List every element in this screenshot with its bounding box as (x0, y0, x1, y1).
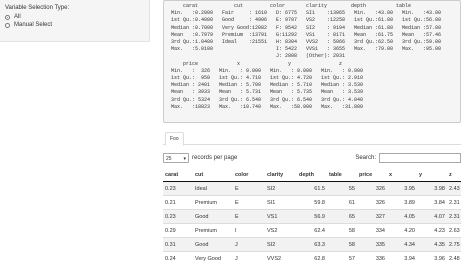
chevron-down-icon: ▾ (183, 154, 186, 164)
table-body: 0.23IdealESI261.5553263.953.982.430.21Pr… (163, 182, 461, 265)
radio-all-label: All (14, 14, 21, 20)
table-row: 0.23IdealESI261.5553263.953.982.43 (163, 182, 461, 196)
table-cell: VS1 (265, 210, 297, 224)
page-length-select[interactable]: 25 ▾ (163, 153, 189, 163)
search-input[interactable] (379, 153, 461, 163)
radio-manual-icon[interactable] (5, 23, 10, 28)
table-cell: E (233, 196, 265, 210)
table-cell: 2.31 (447, 210, 461, 224)
table-cell: 58 (327, 224, 357, 238)
table-cell: SI1 (265, 196, 297, 210)
radio-manual-label: Manual Select (14, 22, 52, 28)
table-cell: 61.5 (297, 182, 327, 196)
table-cell: 61 (327, 196, 357, 210)
sidebar-panel: Variable Selection Type: All Manual Sele… (0, 0, 150, 42)
table-cell: 58 (327, 238, 357, 252)
table-cell: VS2 (265, 224, 297, 238)
column-header[interactable]: y (417, 168, 447, 182)
table-header-row: carat cut color clarity depth table pric… (163, 168, 461, 182)
radio-option-manual-select[interactable]: Manual Select (5, 22, 144, 28)
radio-all-icon[interactable] (5, 15, 10, 20)
column-header[interactable]: carat (163, 168, 193, 182)
table-cell: 62.4 (297, 224, 327, 238)
table-cell: 326 (357, 196, 387, 210)
table-cell: SI2 (265, 238, 297, 252)
table-cell: Premium (193, 196, 233, 210)
variable-selection-label: Variable Selection Type: (5, 5, 144, 11)
table-cell: 4.20 (387, 224, 417, 238)
table-cell: 2.75 (447, 238, 461, 252)
table-cell: Good (193, 210, 233, 224)
table-cell: Very Good (193, 252, 233, 265)
table-cell: Premium (193, 224, 233, 238)
table-cell: 0.31 (163, 238, 193, 252)
table-cell: 3.84 (417, 196, 447, 210)
table-cell: Good (193, 238, 233, 252)
table-cell: J (233, 252, 265, 265)
table-cell: 3.95 (387, 182, 417, 196)
column-header[interactable]: color (233, 168, 265, 182)
table-cell: 4.35 (417, 238, 447, 252)
table-cell: 4.34 (387, 238, 417, 252)
table-cell: 0.21 (163, 196, 193, 210)
table-cell: 0.23 (163, 210, 193, 224)
column-header[interactable]: depth (297, 168, 327, 182)
column-header[interactable]: cut (193, 168, 233, 182)
table-cell: 334 (357, 224, 387, 238)
table-row: 0.21PremiumESI159.8613263.893.842.31 (163, 196, 461, 210)
table-cell: 4.23 (417, 224, 447, 238)
column-header[interactable]: z (447, 168, 461, 182)
data-table: carat cut color clarity depth table pric… (163, 168, 461, 265)
table-cell: 0.24 (163, 252, 193, 265)
table-cell: J (233, 238, 265, 252)
tab-foo[interactable]: Foo (165, 132, 184, 146)
table-cell: VVS2 (265, 252, 297, 265)
table-cell: 59.8 (297, 196, 327, 210)
table-cell: 0.23 (163, 182, 193, 196)
table-cell: 62.8 (297, 252, 327, 265)
table-cell: 2.63 (447, 224, 461, 238)
table-cell: 0.29 (163, 224, 193, 238)
table-cell: E (233, 210, 265, 224)
table-cell: SI2 (265, 182, 297, 196)
table-cell: 65 (327, 210, 357, 224)
table-row: 0.23GoodEVS156.9653274.054.072.31 (163, 210, 461, 224)
table-cell: 57 (327, 252, 357, 265)
page-length-value: 25 (166, 156, 172, 162)
column-header[interactable]: price (357, 168, 387, 182)
search-control: Search: (355, 152, 461, 164)
table-cell: 3.96 (417, 252, 447, 265)
table-cell: 56.9 (297, 210, 327, 224)
table-cell: 2.31 (447, 196, 461, 210)
table-controls: 25 ▾ records per page Search: (163, 152, 461, 166)
table-cell: 326 (357, 182, 387, 196)
table-cell: 63.3 (297, 238, 327, 252)
table-cell: 3.89 (387, 196, 417, 210)
table-cell: 4.07 (417, 210, 447, 224)
radio-option-all[interactable]: All (5, 14, 144, 20)
table-row: 0.24Very GoodJVVS262.8573363.943.962.48 (163, 252, 461, 265)
tab-bar: Foo (163, 132, 461, 145)
column-header[interactable]: clarity (265, 168, 297, 182)
table-cell: E (233, 182, 265, 196)
table-cell: 3.98 (417, 182, 447, 196)
column-header[interactable]: x (387, 168, 417, 182)
table-row: 0.29PremiumIVS262.4583344.204.232.63 (163, 224, 461, 238)
table-cell: 4.05 (387, 210, 417, 224)
column-header[interactable]: table (327, 168, 357, 182)
table-cell: 335 (357, 238, 387, 252)
table-row: 0.31GoodJSI263.3583354.344.352.75 (163, 238, 461, 252)
table-cell: 336 (357, 252, 387, 265)
table-cell: 3.94 (387, 252, 417, 265)
search-label: Search: (355, 155, 376, 161)
table-cell: 2.43 (447, 182, 461, 196)
table-cell: 327 (357, 210, 387, 224)
page-length-suffix: records per page (192, 155, 237, 161)
page-length-control: 25 ▾ records per page (163, 152, 237, 164)
table-cell: Ideal (193, 182, 233, 196)
table-cell: I (233, 224, 265, 238)
table-cell: 55 (327, 182, 357, 196)
summary-output: carat cut color clarity depth table Min.… (163, 0, 461, 123)
table-cell: 2.48 (447, 252, 461, 265)
